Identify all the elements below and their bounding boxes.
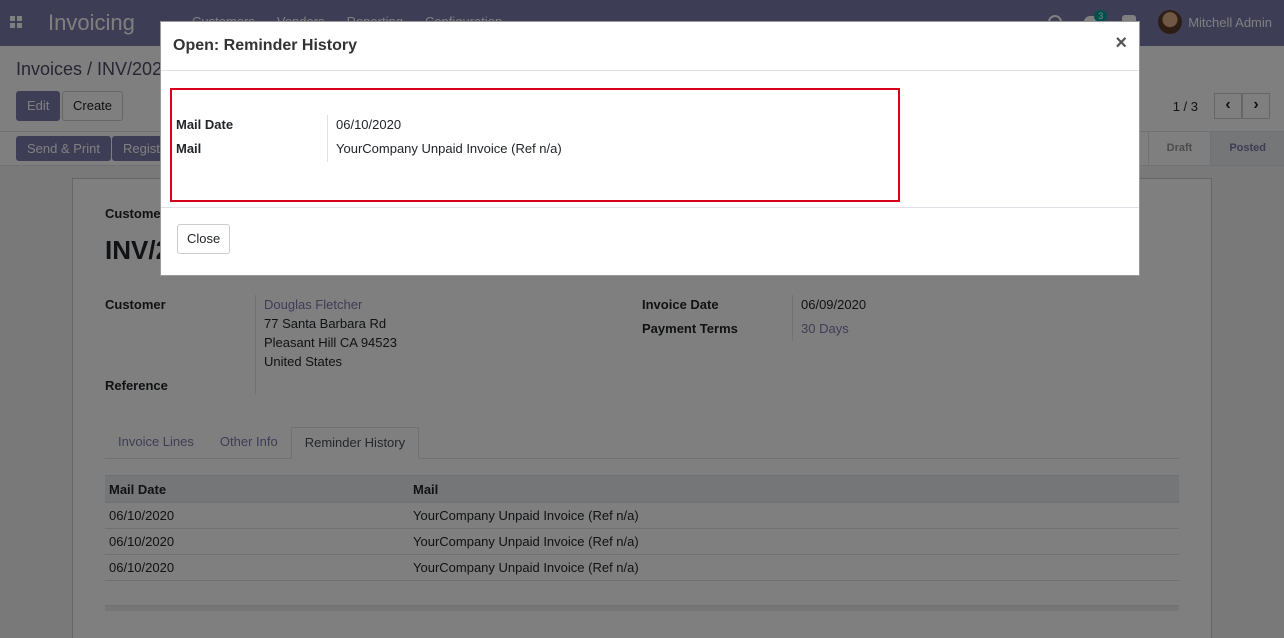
- mail-link[interactable]: YourCompany Unpaid Invoice (Ref n/a): [336, 141, 562, 156]
- mail-date-label: Mail Date: [176, 117, 234, 132]
- reminder-history-dialog: Open: Reminder History × Mail Date 06/10…: [160, 21, 1140, 276]
- dialog-title: Open: Reminder History: [173, 37, 358, 54]
- dialog-header: Open: Reminder History ×: [161, 22, 1139, 71]
- close-button[interactable]: Close: [177, 224, 231, 254]
- mail-date-value: 06/10/2020: [336, 117, 402, 132]
- field-divider: [327, 115, 328, 162]
- dialog-footer: Close: [161, 207, 1139, 276]
- mail-label: Mail: [176, 141, 202, 156]
- close-icon[interactable]: ×: [1115, 33, 1127, 53]
